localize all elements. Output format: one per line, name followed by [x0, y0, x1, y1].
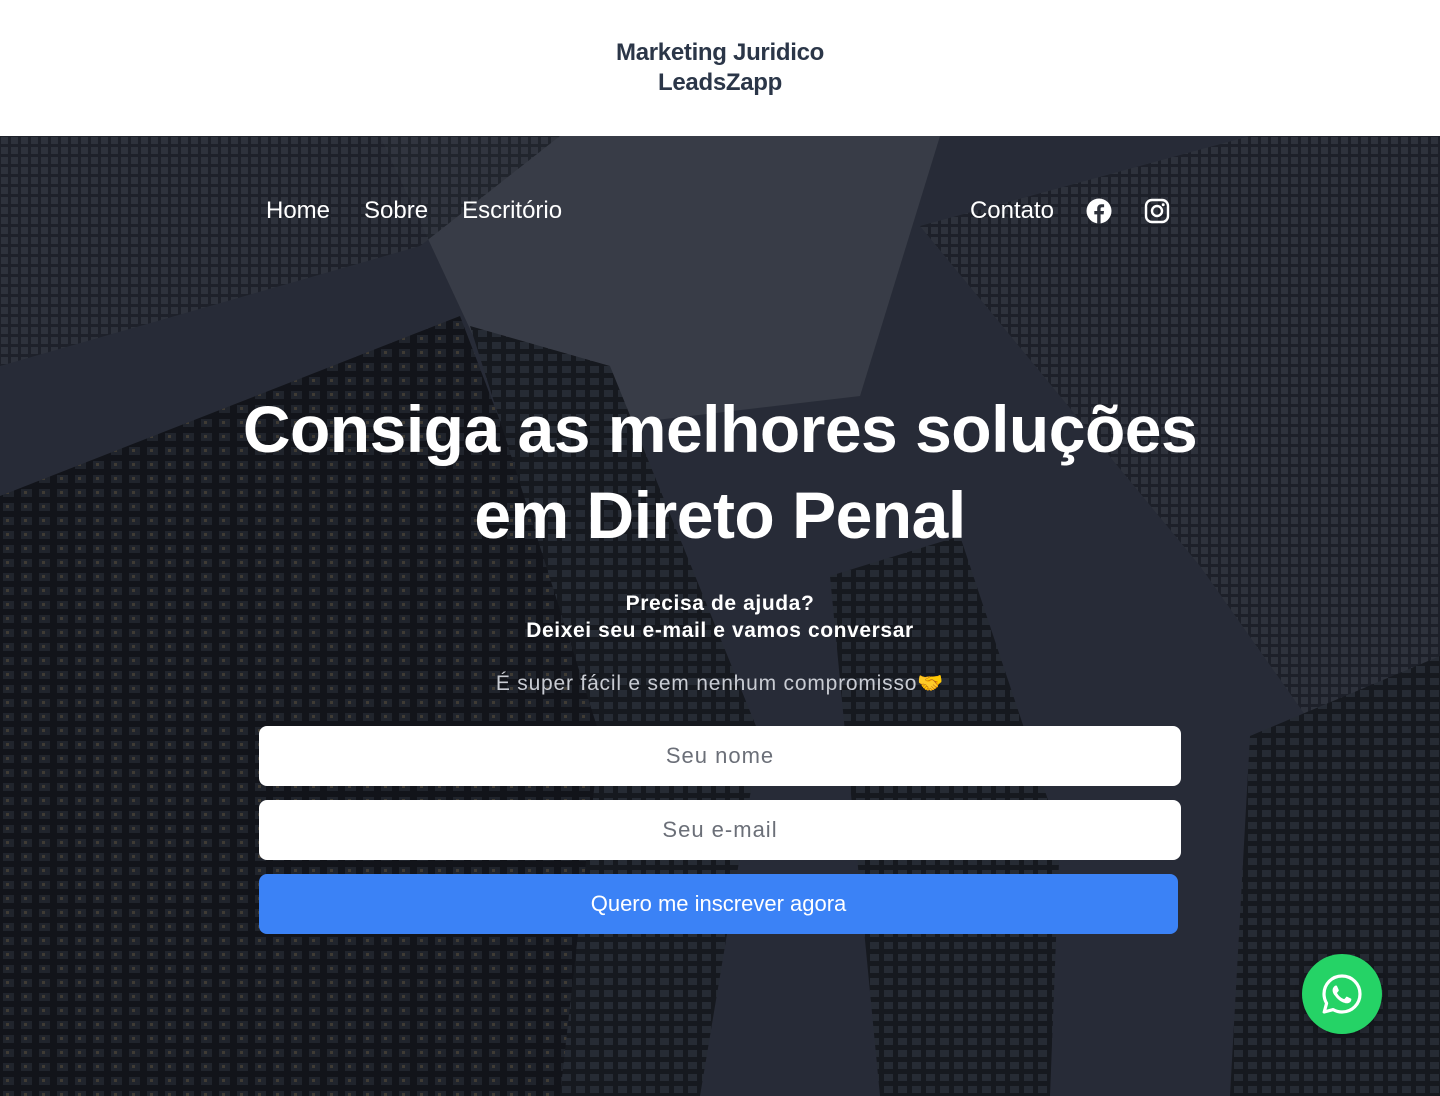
nav-link-contato[interactable]: Contato [970, 196, 1054, 226]
no-commitment-note: É super fácil e sem nenhum compromisso🤝 [495, 672, 945, 695]
nav-right: Contato [970, 194, 1170, 228]
logo-line-1: Marketing Juridico [616, 39, 824, 66]
headline-line-2: em Direto Penal [474, 478, 966, 552]
site-logo[interactable]: Marketing Juridico LeadsZapp [0, 38, 1440, 98]
facebook-icon[interactable] [1086, 198, 1112, 224]
help-line-1: Precisa de ajuda? [625, 592, 815, 615]
nav-link-sobre[interactable]: Sobre [364, 196, 428, 226]
site-header: Marketing Juridico LeadsZapp [0, 0, 1440, 136]
help-line-2: Deixei seu e-mail e vamos conversar [526, 619, 914, 642]
subscribe-button[interactable]: Quero me inscrever agora [259, 874, 1178, 934]
instagram-icon[interactable] [1144, 198, 1170, 224]
headline-line-1: Consiga as melhores soluções [242, 392, 1198, 466]
logo-line-2: LeadsZapp [658, 69, 782, 96]
nav-link-home[interactable]: Home [266, 196, 330, 226]
whatsapp-icon [1322, 974, 1362, 1014]
name-input[interactable] [259, 726, 1181, 786]
hero-headline: Consiga as melhores soluções em Direto P… [0, 386, 1440, 558]
help-text: Precisa de ajuda? Deixei seu e-mail e va… [0, 590, 1440, 644]
main-nav: Home Sobre Escritório [266, 196, 562, 226]
hero-section: Home Sobre Escritório Contato Consiga as… [0, 136, 1440, 1096]
email-input[interactable] [259, 800, 1181, 860]
whatsapp-button[interactable] [1302, 954, 1382, 1034]
nav-link-escritorio[interactable]: Escritório [462, 196, 562, 226]
